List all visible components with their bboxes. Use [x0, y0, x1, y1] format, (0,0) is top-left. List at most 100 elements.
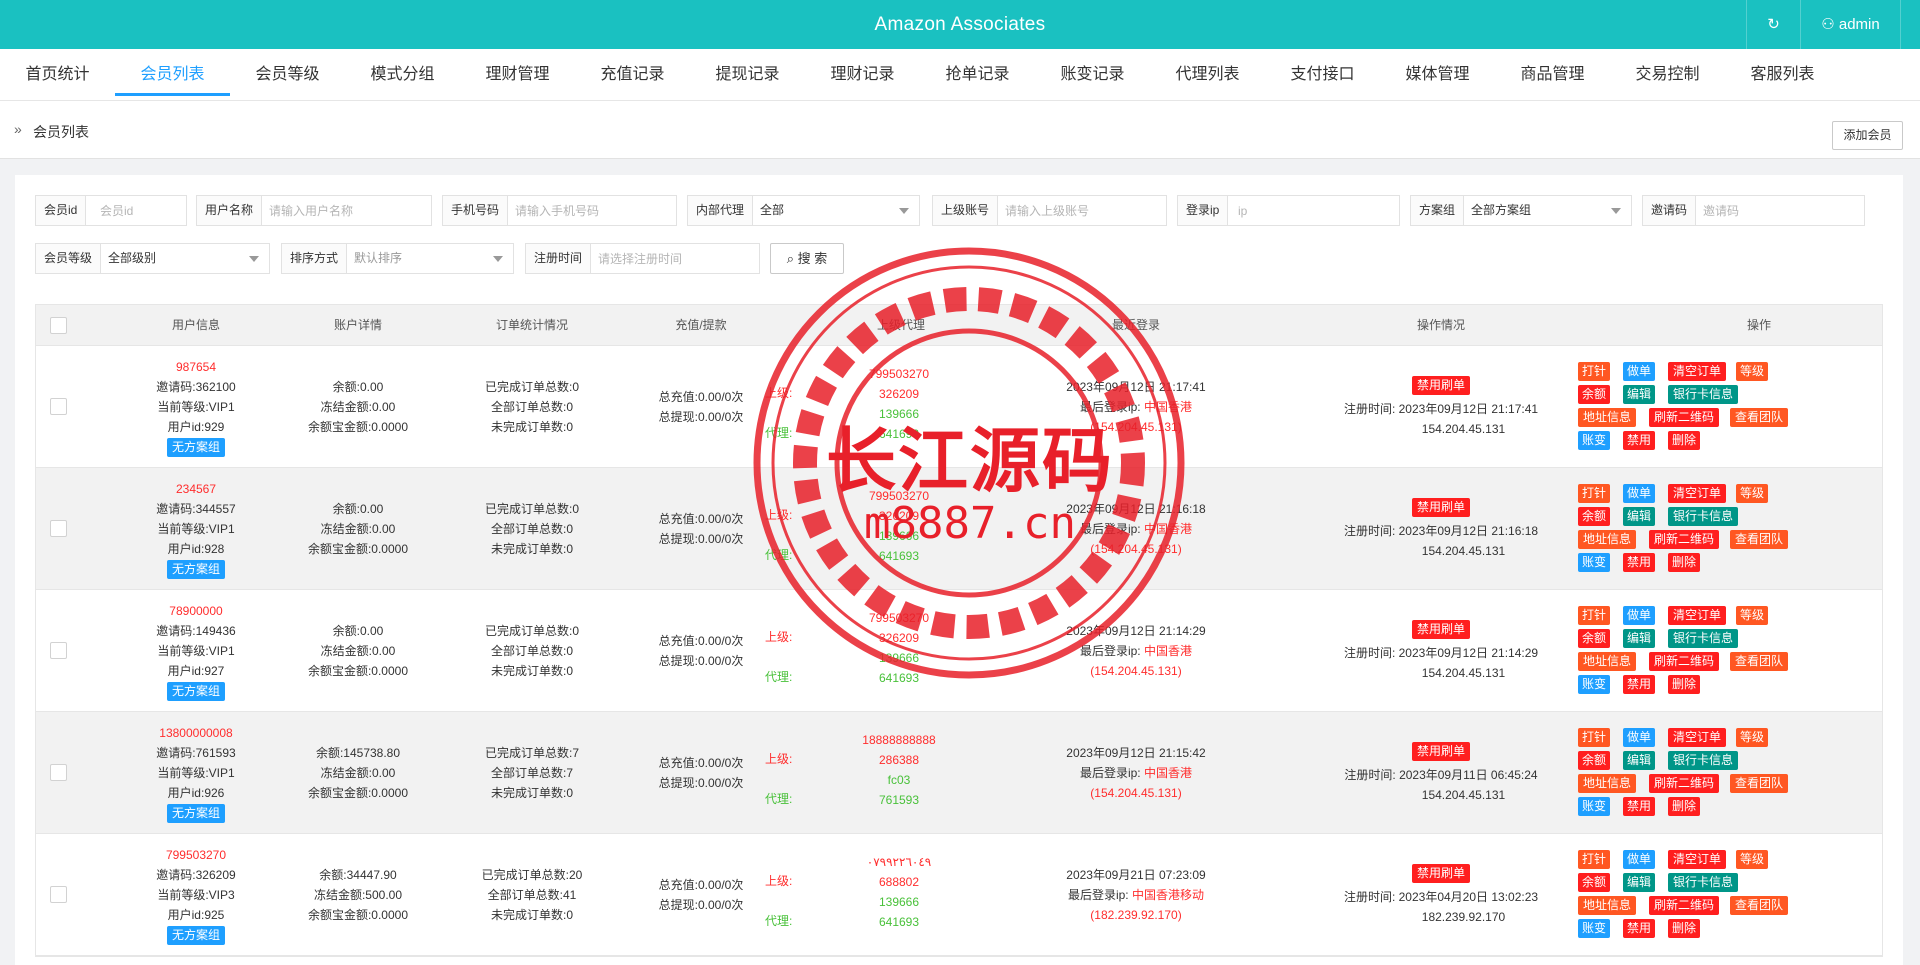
ban-button[interactable]: 禁用 — [1623, 553, 1655, 572]
tab-member-list[interactable]: 会员列表 — [115, 49, 230, 96]
tab-grab-orders[interactable]: 抢单记录 — [920, 49, 1035, 95]
row-checkbox[interactable] — [50, 398, 67, 415]
edit-button[interactable]: 编辑 — [1623, 385, 1655, 404]
refresh-qrcode-button[interactable]: 刷新二维码 — [1649, 408, 1719, 427]
clear-orders-button[interactable]: 清空订单 — [1668, 728, 1726, 747]
view-team-button[interactable]: 查看团队 — [1730, 408, 1788, 427]
parent-account-input[interactable] — [997, 196, 1166, 225]
add-member-button[interactable]: 添加会员 — [1832, 121, 1903, 150]
account-change-button[interactable]: 账变 — [1578, 675, 1610, 694]
clear-orders-button[interactable]: 清空订单 — [1668, 484, 1726, 503]
phone-input[interactable] — [507, 196, 676, 225]
bank-card-button[interactable]: 银行卡信息 — [1668, 751, 1738, 770]
delete-button[interactable]: 删除 — [1668, 553, 1700, 572]
make-order-button[interactable]: 做单 — [1623, 606, 1655, 625]
tab-account-changes[interactable]: 账变记录 — [1035, 49, 1150, 95]
view-team-button[interactable]: 查看团队 — [1730, 774, 1788, 793]
delete-button[interactable]: 删除 — [1668, 431, 1700, 450]
refresh-qrcode-button[interactable]: 刷新二维码 — [1649, 774, 1719, 793]
ban-brush-badge[interactable]: 禁用刷单 — [1411, 741, 1470, 761]
member-level-select[interactable]: 会员等级 全部级别 — [35, 243, 270, 274]
ban-brush-badge[interactable]: 禁用刷单 — [1411, 863, 1470, 883]
delete-button[interactable]: 删除 — [1668, 675, 1700, 694]
address-button[interactable]: 地址信息 — [1578, 408, 1636, 427]
user-account[interactable]: 987654 — [176, 357, 216, 377]
login-ip-input[interactable] — [1230, 196, 1399, 225]
make-order-button[interactable]: 做单 — [1623, 362, 1655, 381]
account-change-button[interactable]: 账变 — [1578, 919, 1610, 938]
clear-orders-button[interactable]: 清空订单 — [1668, 362, 1726, 381]
reg-time-input[interactable] — [590, 244, 759, 273]
row-checkbox[interactable] — [50, 642, 67, 659]
tab-recharge[interactable]: 充值记录 — [575, 49, 690, 95]
row-checkbox[interactable] — [50, 886, 67, 903]
edit-button[interactable]: 编辑 — [1623, 507, 1655, 526]
view-team-button[interactable]: 查看团队 — [1730, 896, 1788, 915]
search-button[interactable]: ⌕ 搜 索 — [770, 243, 844, 274]
tab-home-stats[interactable]: 首页统计 — [0, 49, 115, 95]
level-button[interactable]: 等级 — [1736, 362, 1768, 381]
bank-card-button[interactable]: 银行卡信息 — [1668, 873, 1738, 892]
tab-payment[interactable]: 支付接口 — [1265, 49, 1380, 95]
tab-media[interactable]: 媒体管理 — [1380, 49, 1495, 95]
account-change-button[interactable]: 账变 — [1578, 431, 1610, 450]
invite-code-input[interactable] — [1695, 196, 1864, 225]
account-change-button[interactable]: 账变 — [1578, 797, 1610, 816]
user-account[interactable]: 799503270 — [166, 845, 226, 865]
ban-button[interactable]: 禁用 — [1623, 919, 1655, 938]
ban-button[interactable]: 禁用 — [1623, 675, 1655, 694]
member-id-input[interactable] — [92, 196, 186, 225]
make-order-button[interactable]: 做单 — [1623, 484, 1655, 503]
tab-trade-control[interactable]: 交易控制 — [1610, 49, 1725, 95]
refresh-qrcode-button[interactable]: 刷新二维码 — [1649, 652, 1719, 671]
user-account[interactable]: 234567 — [176, 479, 216, 499]
level-button[interactable]: 等级 — [1736, 484, 1768, 503]
clear-orders-button[interactable]: 清空订单 — [1668, 850, 1726, 869]
ban-brush-badge[interactable]: 禁用刷单 — [1411, 619, 1470, 639]
level-button[interactable]: 等级 — [1736, 728, 1768, 747]
tab-finance-records[interactable]: 理财记录 — [805, 49, 920, 95]
inject-button[interactable]: 打针 — [1578, 362, 1610, 381]
inject-button[interactable]: 打针 — [1578, 850, 1610, 869]
balance-button[interactable]: 余额 — [1578, 507, 1610, 526]
inject-button[interactable]: 打针 — [1578, 606, 1610, 625]
bank-card-button[interactable]: 银行卡信息 — [1668, 507, 1738, 526]
scheme-group-select[interactable]: 方案组 全部方案组 — [1410, 195, 1632, 226]
inject-button[interactable]: 打针 — [1578, 484, 1610, 503]
clear-orders-button[interactable]: 清空订单 — [1668, 606, 1726, 625]
address-button[interactable]: 地址信息 — [1578, 652, 1636, 671]
edit-button[interactable]: 编辑 — [1623, 751, 1655, 770]
balance-button[interactable]: 余额 — [1578, 873, 1610, 892]
ban-brush-badge[interactable]: 禁用刷单 — [1411, 375, 1470, 395]
admin-menu[interactable]: ⚇ admin — [1800, 0, 1900, 49]
inject-button[interactable]: 打针 — [1578, 728, 1610, 747]
user-account[interactable]: 78900000 — [169, 601, 222, 621]
ban-button[interactable]: 禁用 — [1623, 797, 1655, 816]
tab-withdraw[interactable]: 提现记录 — [690, 49, 805, 95]
tab-products[interactable]: 商品管理 — [1495, 49, 1610, 95]
refresh-qrcode-button[interactable]: 刷新二维码 — [1649, 896, 1719, 915]
bank-card-button[interactable]: 银行卡信息 — [1668, 385, 1738, 404]
address-button[interactable]: 地址信息 — [1578, 896, 1636, 915]
tab-finance[interactable]: 理财管理 — [460, 49, 575, 95]
balance-button[interactable]: 余额 — [1578, 629, 1610, 648]
address-button[interactable]: 地址信息 — [1578, 530, 1636, 549]
delete-button[interactable]: 删除 — [1668, 797, 1700, 816]
username-input[interactable] — [261, 196, 431, 225]
refresh-qrcode-button[interactable]: 刷新二维码 — [1649, 530, 1719, 549]
row-checkbox[interactable] — [50, 764, 67, 781]
edit-button[interactable]: 编辑 — [1623, 629, 1655, 648]
balance-button[interactable]: 余额 — [1578, 385, 1610, 404]
level-button[interactable]: 等级 — [1736, 606, 1768, 625]
address-button[interactable]: 地址信息 — [1578, 774, 1636, 793]
bank-card-button[interactable]: 银行卡信息 — [1668, 629, 1738, 648]
internal-agent-select[interactable]: 内部代理 全部 — [687, 195, 920, 226]
tab-customer-service[interactable]: 客服列表 — [1725, 49, 1840, 95]
account-change-button[interactable]: 账变 — [1578, 553, 1610, 572]
ban-button[interactable]: 禁用 — [1623, 431, 1655, 450]
row-checkbox[interactable] — [50, 520, 67, 537]
sort-select[interactable]: 排序方式 默认排序 — [281, 243, 514, 274]
ban-brush-badge[interactable]: 禁用刷单 — [1411, 497, 1470, 517]
refresh-button[interactable]: ↻ — [1746, 0, 1800, 49]
delete-button[interactable]: 删除 — [1668, 919, 1700, 938]
